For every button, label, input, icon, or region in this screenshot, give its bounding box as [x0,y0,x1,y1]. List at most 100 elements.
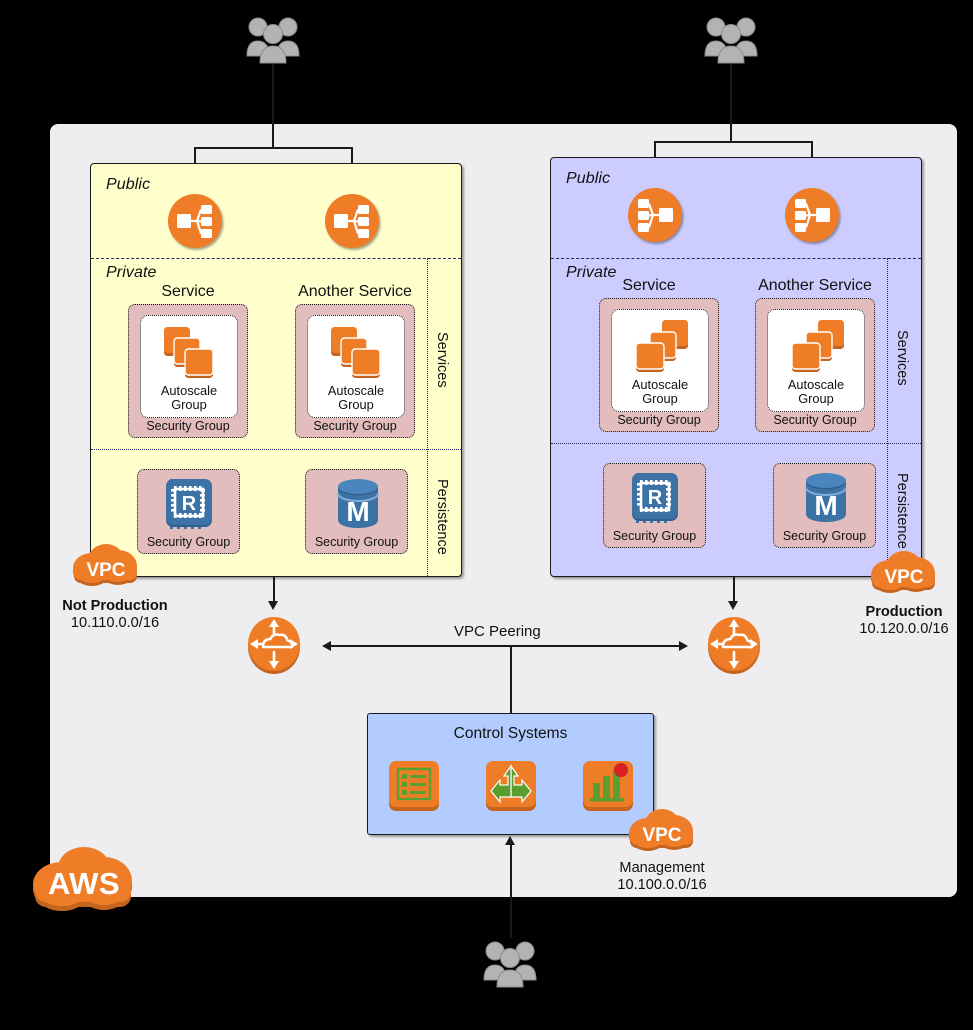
autoscale-line-1: Autoscale [787,377,845,392]
security-group-label-prod-service-1: Security Group [617,413,701,427]
vpc-caption-production: Production 10.120.0.0/16 [815,604,973,638]
connector-prod-to-router [733,577,735,603]
connector-bottom-users [510,845,512,938]
elb-icon-prod-1[interactable] [628,188,682,242]
vpc-cloud-badge-not-production: VPC [70,543,142,591]
svg-text:M: M [814,490,837,521]
autoscale-group-prod-1[interactable]: Autoscale Group [611,309,709,412]
subnet-label-private-notprod: Private [106,264,157,281]
autoscale-line-2: Group [171,397,207,412]
security-group-label-notprod-mysql: Security Group [314,535,399,549]
divider-public-private-prod [551,258,921,259]
vpc-cidr-production: 10.120.0.0/16 [859,621,949,637]
vpc-not-production[interactable]: Public Private Services Persistence Serv… [90,163,462,577]
vpc-name-management: Management [619,860,705,876]
users-group-icon-bottom [482,938,538,993]
connector-users-left-bar [194,147,352,149]
security-group-label-notprod-service-1: Security Group [146,419,230,433]
arrowhead-peering-right [679,640,688,651]
security-group-prod-service-1[interactable]: Autoscale Group Security Group [599,298,719,432]
tier-label-services-prod: Services [894,330,910,386]
vpc-production[interactable]: Public Private Services Persistence Serv… [550,157,922,577]
autoscale-line-1: Autoscale [631,377,689,392]
diagram-canvas: Public Private Services Persistence Serv… [0,0,973,1030]
subnet-label-public-prod: Public [566,170,611,187]
redis-chip-icon-prod: R [629,471,683,530]
monitoring-alerting-icon[interactable] [581,759,635,813]
vpc-router-icon-right[interactable] [707,614,761,679]
svg-text:M: M [346,496,369,527]
connector-peering-to-control-systems [510,645,512,714]
security-group-notprod-service-1[interactable]: Autoscale Group Security Group [128,304,248,438]
control-systems-box[interactable]: Control Systems [367,713,654,835]
vpc-cidr-not-production: 10.110.0.0/16 [70,615,160,631]
divider-sidelabel-prod [887,258,888,576]
elb-icon-prod-2[interactable] [785,188,839,242]
vpc-cloud-badge-management: VPC [626,808,698,856]
arrowhead-notprod-router [268,601,278,610]
security-group-prod-mysql[interactable]: M Security Group [773,463,876,548]
redis-chip-icon-notprod: R [163,477,217,536]
service-title-prod-2: Another Service [758,277,872,294]
deployment-pipeline-icon[interactable] [484,759,538,813]
elb-icon-notprod-2[interactable] [325,194,379,248]
arrowhead-peering-left [322,640,331,651]
users-group-icon-top-left [245,14,301,69]
svg-text:R: R [648,487,663,509]
security-group-label-prod-service-2: Security Group [773,413,857,427]
peering-label: VPC Peering [454,623,541,640]
ec2-instances-icon-notprod-2 [330,326,386,383]
subnet-label-public-notprod: Public [106,176,151,193]
autoscale-line-1: Autoscale [327,383,385,398]
security-group-notprod-redis[interactable]: R Security Group [137,469,240,554]
users-group-icon-top-right [703,14,759,69]
tier-label-services-notprod: Services [434,332,450,388]
divider-sidelabel-notprod [427,258,428,576]
vpc-router-icon-left[interactable] [247,614,301,679]
autoscale-line-2: Group [642,391,678,406]
arrowhead-prod-router [728,601,738,610]
connector-users-right-trunk [730,64,732,141]
security-group-prod-service-2[interactable]: Autoscale Group Security Group [755,298,875,432]
security-group-label-prod-mysql: Security Group [782,529,867,543]
divider-services-persistence-prod [551,443,921,444]
security-group-label-prod-redis: Security Group [612,529,697,543]
security-group-notprod-service-2[interactable]: Autoscale Group Security Group [295,304,415,438]
configuration-management-icon[interactable] [387,759,441,813]
svg-text:R: R [182,493,197,515]
security-group-label-notprod-service-2: Security Group [313,419,397,433]
connector-notprod-to-router [273,577,275,603]
mysql-database-icon-prod: M [799,471,853,530]
autoscale-group-notprod-1[interactable]: Autoscale Group [140,315,238,418]
connector-users-right-bar [654,141,812,143]
autoscale-group-label-notprod-2: Autoscale Group [308,384,404,412]
control-systems-title: Control Systems [453,725,568,742]
autoscale-line-2: Group [798,391,834,406]
peering-connector [330,645,680,647]
divider-services-persistence-notprod [91,449,461,450]
autoscale-line-1: Autoscale [160,383,218,398]
aws-cloud-logo-icon [30,845,138,922]
autoscale-group-label-notprod-1: Autoscale Group [141,384,237,412]
ec2-instances-icon-notprod-1 [163,326,219,383]
ec2-instances-icon-prod-1 [634,320,690,377]
service-title-prod-1: Service [622,277,676,294]
autoscale-group-label-prod-2: Autoscale Group [768,378,864,406]
autoscale-group-prod-2[interactable]: Autoscale Group [767,309,865,412]
tier-label-persistence-prod: Persistence [894,472,910,549]
security-group-prod-redis[interactable]: R Security Group [603,463,706,548]
autoscale-group-notprod-2[interactable]: Autoscale Group [307,315,405,418]
connector-users-left-trunk [272,64,274,147]
vpc-cidr-management: 10.100.0.0/16 [617,877,707,893]
vpc-caption-not-production: Not Production 10.110.0.0/16 [26,598,204,632]
elb-icon-notprod-1[interactable] [168,194,222,248]
security-group-notprod-mysql[interactable]: M Security Group [305,469,408,554]
autoscale-line-2: Group [338,397,374,412]
service-title-notprod-1: Service [161,283,215,300]
vpc-caption-management: Management 10.100.0.0/16 [573,860,751,894]
vpc-name-production: Production [865,604,943,620]
autoscale-group-label-prod-1: Autoscale Group [612,378,708,406]
arrowhead-bottom-users-to-control [505,836,515,845]
tier-label-persistence-notprod: Persistence [434,478,450,555]
mysql-database-icon-notprod: M [331,477,385,536]
